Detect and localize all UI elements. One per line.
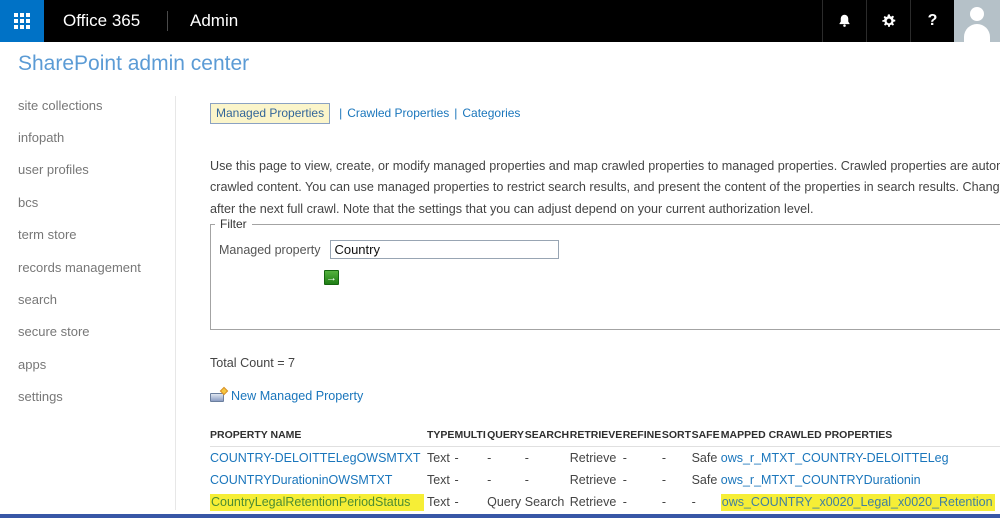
col-property-name: PROPERTY NAME xyxy=(210,424,427,447)
topbar-divider xyxy=(167,11,168,31)
managed-property-input[interactable] xyxy=(330,240,560,259)
account-avatar[interactable] xyxy=(954,0,1000,42)
bell-icon xyxy=(839,14,850,27)
page-description: Use this page to view, create, or modify… xyxy=(210,156,1000,220)
refine-cell: - xyxy=(622,450,627,465)
search-cell: - xyxy=(524,472,529,487)
retrieve-cell: Retrieve xyxy=(569,472,617,487)
new-item-icon xyxy=(210,386,229,403)
notifications-button[interactable] xyxy=(822,0,866,42)
safe-cell: - xyxy=(691,495,696,510)
multi-cell: - xyxy=(454,472,459,487)
mapped-property-link[interactable]: ows_r_MTXT_COUNTRY-DELOITTELeg xyxy=(721,451,949,465)
sidebar-item-apps[interactable]: apps xyxy=(18,348,168,380)
col-search: SEARCH xyxy=(524,424,570,447)
sidebar-item-bcs[interactable]: bcs xyxy=(18,186,168,218)
property-name-link[interactable]: COUNTRY-DELOITTELegOWSMTXT xyxy=(210,451,420,465)
query-cell: - xyxy=(487,450,492,465)
tab-crawled-properties[interactable]: Crawled Properties xyxy=(347,106,449,120)
query-cell: - xyxy=(487,472,492,487)
waffle-icon xyxy=(14,13,30,29)
office-365-brand[interactable]: Office 365 xyxy=(63,0,140,42)
sidebar-nav: site collections infopath user profiles … xyxy=(18,89,168,413)
settings-button[interactable] xyxy=(866,0,910,42)
sidebar-item-records-management[interactable]: records management xyxy=(18,251,168,283)
tab-managed-properties[interactable]: Managed Properties xyxy=(210,103,331,124)
sort-cell: - xyxy=(661,472,667,487)
avatar-body-shape xyxy=(964,24,990,42)
search-schema-tabs: Managed Properties | Crawled Properties | Ca… xyxy=(210,103,520,124)
tab-categories[interactable]: Categories xyxy=(462,106,520,120)
query-cell: Query xyxy=(487,495,522,510)
refine-cell: - xyxy=(622,495,627,510)
col-refine: REFINE xyxy=(622,424,662,447)
new-managed-property-row[interactable]: New Managed Property xyxy=(210,386,363,403)
sidebar-item-search[interactable]: search xyxy=(18,283,168,315)
sidebar-item-secure-store[interactable]: secure store xyxy=(18,316,168,348)
description-line: crawled content. You can use managed pro… xyxy=(210,180,1000,195)
mapped-property-link-highlighted[interactable]: ows_COUNTRY_x0020_Legal_x0020_Retention xyxy=(720,494,995,512)
property-name-link-highlighted[interactable]: CountryLegalRetentionPeriodStatus xyxy=(210,494,425,512)
type-cell: Text xyxy=(426,472,450,487)
sidebar-item-settings[interactable]: settings xyxy=(18,381,168,413)
type-cell: Text xyxy=(426,495,450,510)
table-row: COUNTRY-DELOITTELegOWSMTXT Text - - - Re… xyxy=(210,446,1000,469)
sort-cell: - xyxy=(661,450,667,465)
admin-section-label: Admin xyxy=(190,11,239,30)
arrow-right-icon: → xyxy=(326,271,337,284)
total-count-label: Total Count = 7 xyxy=(210,356,296,370)
gear-icon xyxy=(881,14,895,27)
help-icon: ? xyxy=(927,12,938,29)
help-button[interactable]: ? xyxy=(910,0,954,42)
managed-properties-table: PROPERTY NAME TYPE MULTI QUERY SEARCH RE… xyxy=(210,424,1000,514)
retrieve-cell: Retrieve xyxy=(569,450,617,465)
col-sort: SORT xyxy=(661,424,692,447)
page-title: SharePoint admin center xyxy=(18,52,250,75)
sharepoint-admin-screen: Office 365 Admin ? SharePoint admin cent… xyxy=(0,0,1000,518)
search-cell: Search xyxy=(524,495,565,510)
table-row-highlighted: CountryLegalRetentionPeriodStatus Text -… xyxy=(210,491,1000,514)
type-cell: Text xyxy=(426,450,450,465)
managed-property-label: Managed property xyxy=(219,242,321,257)
filter-go-button[interactable]: → xyxy=(324,270,339,285)
mapped-property-link[interactable]: ows_r_MTXT_COUNTRYDurationin xyxy=(721,473,921,487)
retrieve-cell: Retrieve xyxy=(569,495,617,510)
app-launcher-button[interactable] xyxy=(0,0,44,42)
table-row: COUNTRYDurationinOWSMTXT Text - - - Retr… xyxy=(210,469,1000,492)
sidebar-item-user-profiles[interactable]: user profiles xyxy=(18,154,168,186)
sort-cell: - xyxy=(661,495,667,510)
tab-separator: | xyxy=(454,106,458,120)
multi-cell: - xyxy=(454,495,459,510)
sidebar-divider xyxy=(175,96,176,510)
col-query: QUERY xyxy=(487,424,525,447)
col-retrieve: RETRIEVE xyxy=(569,424,623,447)
col-multi: MULTI xyxy=(454,424,488,447)
top-suite-bar: Office 365 Admin ? xyxy=(0,0,1000,42)
sidebar-item-site-collections[interactable]: site collections xyxy=(18,89,168,121)
safe-cell: Safe xyxy=(691,450,718,465)
filter-group: Filter Managed property → xyxy=(210,217,1000,330)
filter-legend: Filter xyxy=(220,217,247,231)
tab-separator: | xyxy=(339,106,343,120)
safe-cell: Safe xyxy=(691,472,718,487)
new-managed-property-link[interactable]: New Managed Property xyxy=(231,389,363,403)
sidebar-item-term-store[interactable]: term store xyxy=(18,219,168,251)
col-type: TYPE xyxy=(426,424,455,447)
bottom-window-edge xyxy=(0,514,1000,518)
search-cell: - xyxy=(524,450,529,465)
table-header-row: PROPERTY NAME TYPE MULTI QUERY SEARCH RE… xyxy=(210,424,1000,447)
multi-cell: - xyxy=(454,450,459,465)
col-safe: SAFE xyxy=(691,424,721,447)
col-mapped-crawled-properties: MAPPED CRAWLED PROPERTIES xyxy=(720,424,1000,447)
sidebar-item-infopath[interactable]: infopath xyxy=(18,121,168,153)
avatar-head-shape xyxy=(970,7,984,21)
property-name-link[interactable]: COUNTRYDurationinOWSMTXT xyxy=(210,473,392,487)
refine-cell: - xyxy=(622,472,627,487)
description-line: Use this page to view, create, or modify… xyxy=(210,159,1000,173)
